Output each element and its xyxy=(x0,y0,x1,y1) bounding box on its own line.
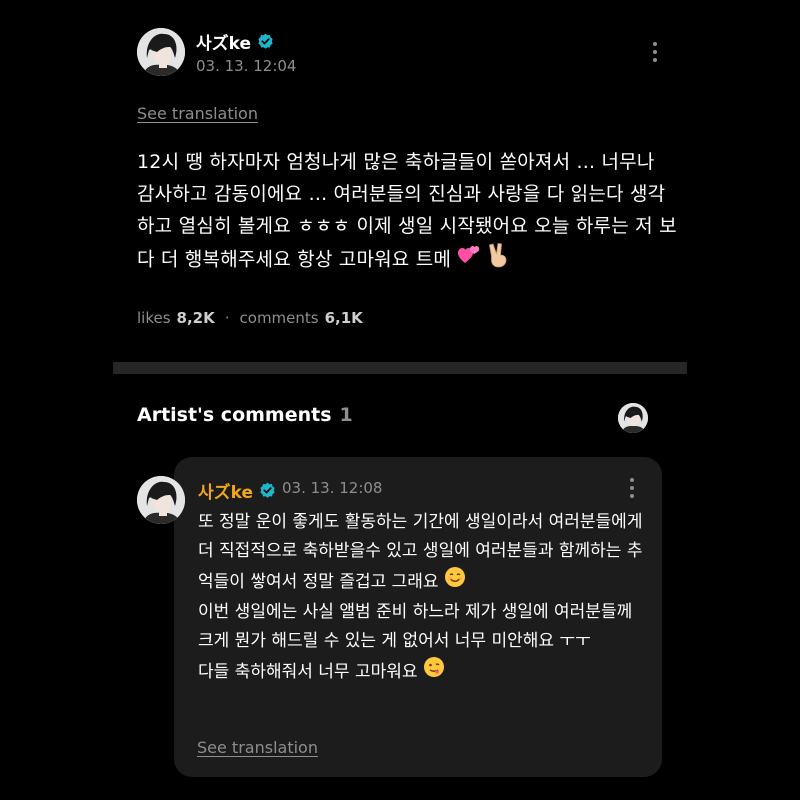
smiling-face-emoji-icon xyxy=(444,566,466,598)
comments-count[interactable]: 6,1K xyxy=(325,309,363,327)
post-author-name[interactable]: 사ズke xyxy=(196,29,251,54)
verified-icon xyxy=(259,482,276,499)
comment-line: 또 정말 운이 좋게도 활동하는 기간에 생일이라서 여러분들에게 더 직접적으… xyxy=(198,512,643,592)
artist-comments-title: Artist's comments xyxy=(137,404,332,426)
likes-count[interactable]: 8,2K xyxy=(177,309,215,327)
post-date: 03. 13. 12:04 xyxy=(196,57,297,75)
post-body: 12시 땡 하자마자 엄청나게 많은 축하글들이 쏟아져서 ... 너무나 감사… xyxy=(137,151,677,271)
artist-comments-count: 1 xyxy=(339,404,353,426)
two-hearts-emoji-icon xyxy=(457,244,481,276)
stats-separator: · xyxy=(224,309,230,327)
comment-author-avatar[interactable] xyxy=(137,476,185,524)
artist-comments-header: Artist's comments 1 xyxy=(137,404,353,426)
comment-paragraph: 다들 축하해줘서 너무 고마워요 xyxy=(198,656,648,688)
comment-body-text: 또 정말 운이 좋게도 활동하는 기간에 생일이라서 여러분들에게 더 직접적으… xyxy=(198,508,648,688)
victory-hand-emoji-icon xyxy=(488,242,510,278)
post-body-text: 12시 땡 하자마자 엄청나게 많은 축하글들이 쏟아져서 ... 너무나 감사… xyxy=(137,146,677,278)
post-stats: likes 8,2K · comments 6,1K xyxy=(137,309,363,327)
comment-author-name[interactable]: 사ズke xyxy=(198,478,253,503)
post-more-options-icon[interactable] xyxy=(645,38,665,66)
post-author-row: 사ズke xyxy=(196,29,274,54)
comment-more-options-icon[interactable] xyxy=(622,474,642,502)
author-avatar[interactable] xyxy=(137,28,185,76)
comment-see-translation-link[interactable]: See translation xyxy=(197,738,318,757)
section-divider xyxy=(113,362,687,374)
comment-paragraph: 이번 생일에는 사실 앨범 준비 하느라 제가 생일에 여러분들께 크게 뭔가 … xyxy=(198,598,648,656)
comments-label: comments xyxy=(239,309,319,327)
comment-line: 이번 생일에는 사실 앨범 준비 하느라 제가 생일에 여러분들께 크게 뭔가 … xyxy=(198,602,633,651)
comment-line: 다들 축하해줘서 너무 고마워요 xyxy=(198,662,418,682)
likes-label: likes xyxy=(137,309,171,327)
post-see-translation-link[interactable]: See translation xyxy=(137,104,258,123)
comment-paragraph: 또 정말 운이 좋게도 활동하는 기간에 생일이라서 여러분들에게 더 직접적으… xyxy=(198,508,648,598)
face-savoring-emoji-icon xyxy=(423,656,445,688)
comment-author-row: 사ズke xyxy=(198,478,276,503)
verified-icon xyxy=(257,33,274,50)
artist-avatar-button[interactable] xyxy=(618,403,648,433)
comment-date: 03. 13. 12:08 xyxy=(282,479,383,497)
